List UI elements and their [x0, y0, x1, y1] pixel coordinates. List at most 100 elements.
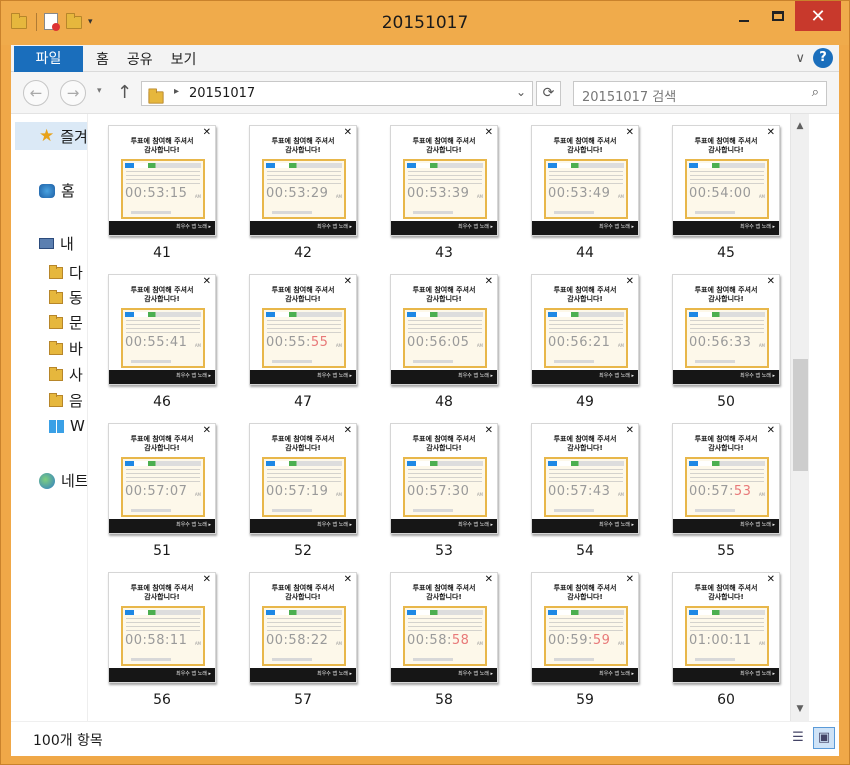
file-thumbnail[interactable]: ✕ 투표에 참여해 주셔서 감사합니다! 00:58:58 AM 최우수 앱 노…	[390, 572, 498, 683]
thumbnail-clock-time: 00:57:30	[407, 484, 470, 499]
back-button[interactable]: ←	[23, 80, 49, 106]
file-thumbnail[interactable]: ✕ 투표에 참여해 주셔서 감사합니다! 00:53:39 AM 최우수 앱 노…	[390, 125, 498, 236]
thumbnail-app-window: 00:53:29 AM	[262, 159, 346, 219]
file-thumbnail[interactable]: ✕ 투표에 참여해 주셔서 감사합니다! 00:53:29 AM 최우수 앱 노…	[249, 125, 357, 236]
tab-view[interactable]: 보기	[171, 49, 197, 69]
expand-ribbon-chevron-icon[interactable]: ∨	[795, 51, 805, 66]
file-thumbnail[interactable]: ✕ 투표에 참여해 주셔서 감사합니다! 01:00:11 AM 최우수 앱 노…	[672, 572, 780, 683]
file-thumbnail[interactable]: ✕ 투표에 참여해 주셔서 감사합니다! 00:54:00 AM 최우수 앱 노…	[672, 125, 780, 236]
file-item[interactable]: ✕ 투표에 참여해 주셔서 감사합니다! 00:53:15 AM 최우수 앱 노…	[108, 125, 216, 274]
file-name: 42	[294, 245, 312, 261]
close-button[interactable]: ✕	[795, 1, 841, 31]
search-box[interactable]: 20151017 검색 ⌕	[573, 81, 827, 106]
file-thumbnail[interactable]: ✕ 투표에 참여해 주셔서 감사합니다! 00:56:21 AM 최우수 앱 노…	[531, 274, 639, 385]
file-thumbnail[interactable]: ✕ 투표에 참여해 주셔서 감사합니다! 00:59:59 AM 최우수 앱 노…	[531, 572, 639, 683]
nav-item-this-pc[interactable]: 내	[39, 233, 74, 254]
tab-share[interactable]: 공유	[127, 49, 153, 69]
file-thumbnail[interactable]: ✕ 투표에 참여해 주셔서 감사합니다! 00:56:05 AM 최우수 앱 노…	[390, 274, 498, 385]
file-thumbnail[interactable]: ✕ 투표에 참여해 주셔서 감사합니다! 00:56:33 AM 최우수 앱 노…	[672, 274, 780, 385]
search-icon[interactable]: ⌕	[812, 85, 819, 100]
search-input[interactable]: 20151017 검색	[582, 86, 676, 105]
breadcrumb-arrow-icon[interactable]: ▸	[174, 86, 179, 97]
file-thumbnail[interactable]: ✕ 투표에 참여해 주셔서 감사합니다! 00:55:55 AM 최우수 앱 노…	[249, 274, 357, 385]
tab-file[interactable]: 파일	[14, 46, 83, 72]
help-icon[interactable]: ?	[813, 48, 833, 68]
thumbnail-bottom-banner: 최우수 앱 노래 ▸	[391, 370, 497, 384]
minimize-button[interactable]	[727, 1, 761, 31]
file-thumbnail[interactable]: ✕ 투표에 참여해 주셔서 감사합니다! 00:57:30 AM 최우수 앱 노…	[390, 423, 498, 534]
thumbnail-browser-bar	[407, 312, 483, 317]
thumbnail-bottom-banner: 최우수 앱 노래 ▸	[109, 668, 215, 682]
file-item[interactable]: ✕ 투표에 참여해 주셔서 감사합니다! 00:56:05 AM 최우수 앱 노…	[390, 274, 498, 423]
file-thumbnail[interactable]: ✕ 투표에 참여해 주셔서 감사합니다! 00:57:07 AM 최우수 앱 노…	[108, 423, 216, 534]
thumbnail-text-lines	[690, 171, 764, 185]
thumbnail-clock: 00:57:07	[125, 484, 187, 499]
nav-item-favorites[interactable]: ★ 즐겨	[15, 122, 87, 150]
file-thumbnail[interactable]: ✕ 투표에 참여해 주셔서 감사합니다! 00:57:43 AM 최우수 앱 노…	[531, 423, 639, 534]
large-icons-view-button[interactable]: ▣	[813, 727, 835, 749]
file-thumbnail[interactable]: ✕ 투표에 참여해 주셔서 감사합니다! 00:57:53 AM 최우수 앱 노…	[672, 423, 780, 534]
file-item[interactable]: ✕ 투표에 참여해 주셔서 감사합니다! 00:54:00 AM 최우수 앱 노…	[672, 125, 780, 274]
file-item[interactable]: ✕ 투표에 참여해 주셔서 감사합니다! 00:55:55 AM 최우수 앱 노…	[249, 274, 357, 423]
refresh-button[interactable]: ⟳	[536, 81, 561, 106]
forward-button[interactable]: →	[60, 80, 86, 106]
nav-item-videos[interactable]: 동	[49, 287, 83, 308]
file-thumbnail[interactable]: ✕ 투표에 참여해 주셔서 감사합니다! 00:55:41 AM 최우수 앱 노…	[108, 274, 216, 385]
scroll-down-icon[interactable]: ▼	[791, 701, 809, 717]
file-item[interactable]: ✕ 투표에 참여해 주셔서 감사합니다! 00:57:43 AM 최우수 앱 노…	[531, 423, 639, 572]
thumbnail-message: 투표에 참여해 주셔서 감사합니다!	[250, 584, 356, 602]
file-item[interactable]: ✕ 투표에 참여해 주셔서 감사합니다! 00:57:19 AM 최우수 앱 노…	[249, 423, 357, 572]
file-name: 47	[294, 394, 312, 410]
file-thumbnail[interactable]: ✕ 투표에 참여해 주셔서 감사합니다! 00:57:19 AM 최우수 앱 노…	[249, 423, 357, 534]
file-thumbnail[interactable]: ✕ 투표에 참여해 주셔서 감사합니다! 00:58:11 AM 최우수 앱 노…	[108, 572, 216, 683]
file-thumbnail[interactable]: ✕ 투표에 참여해 주셔서 감사합니다! 00:53:49 AM 최우수 앱 노…	[531, 125, 639, 236]
file-thumbnail[interactable]: ✕ 투표에 참여해 주셔서 감사합니다! 00:53:15 AM 최우수 앱 노…	[108, 125, 216, 236]
nav-item-windows-drive[interactable]: W	[49, 417, 85, 435]
file-item[interactable]: ✕ 투표에 참여해 주셔서 감사합니다! 00:56:21 AM 최우수 앱 노…	[531, 274, 639, 423]
nav-item-music[interactable]: 음	[49, 390, 83, 411]
address-dropdown-icon[interactable]: ⌄	[516, 85, 526, 99]
file-item[interactable]: ✕ 투표에 참여해 주셔서 감사합니다! 00:59:59 AM 최우수 앱 노…	[531, 572, 639, 721]
maximize-button[interactable]	[761, 1, 795, 31]
nav-item-desktop[interactable]: 다	[49, 262, 83, 283]
nav-item-homegroup[interactable]: 홈	[39, 180, 75, 201]
address-bar[interactable]: ▸ 20151017 ⌄	[141, 81, 533, 106]
up-button[interactable]: ↑	[117, 82, 132, 103]
file-item[interactable]: ✕ 투표에 참여해 주셔서 감사합니다! 00:53:49 AM 최우수 앱 노…	[531, 125, 639, 274]
file-item[interactable]: ✕ 투표에 참여해 주셔서 감사합니다! 00:53:39 AM 최우수 앱 노…	[390, 125, 498, 274]
scroll-up-icon[interactable]: ▲	[791, 118, 809, 134]
thumbnail-bottom-banner: 최우수 앱 노래 ▸	[673, 221, 779, 235]
thumbnail-message-line: 감사합니다!	[144, 295, 180, 303]
file-item[interactable]: ✕ 투표에 참여해 주셔서 감사합니다! 00:53:29 AM 최우수 앱 노…	[249, 125, 357, 274]
title-bar[interactable]: ▾ 20151017 ✕	[1, 1, 849, 45]
thumbnail-message: 투표에 참여해 주셔서 감사합니다!	[532, 286, 638, 304]
scroll-thumb[interactable]	[793, 359, 808, 471]
vertical-scrollbar[interactable]: ▲ ▼	[790, 114, 809, 721]
thumbnail-footer-bar	[272, 360, 312, 363]
file-item[interactable]: ✕ 투표에 참여해 주셔서 감사합니다! 00:58:11 AM 최우수 앱 노…	[108, 572, 216, 721]
file-item[interactable]: ✕ 투표에 참여해 주셔서 감사합니다! 00:58:22 AM 최우수 앱 노…	[249, 572, 357, 721]
nav-item-pictures[interactable]: 사	[49, 364, 83, 385]
recent-locations-dropdown[interactable]: ▾	[97, 86, 102, 96]
breadcrumb-current-folder[interactable]: 20151017	[189, 86, 255, 101]
file-item[interactable]: ✕ 투표에 참여해 주셔서 감사합니다! 00:57:53 AM 최우수 앱 노…	[672, 423, 780, 572]
file-item[interactable]: ✕ 투표에 참여해 주셔서 감사합니다! 00:55:41 AM 최우수 앱 노…	[108, 274, 216, 423]
file-item[interactable]: ✕ 투표에 참여해 주셔서 감사합니다! 00:57:30 AM 최우수 앱 노…	[390, 423, 498, 572]
file-name: 56	[153, 692, 171, 708]
thumbnail-message: 투표에 참여해 주셔서 감사합니다!	[673, 137, 779, 155]
file-thumbnail[interactable]: ✕ 투표에 참여해 주셔서 감사합니다! 00:58:22 AM 최우수 앱 노…	[249, 572, 357, 683]
nav-item-documents[interactable]: 문	[49, 312, 83, 333]
details-view-button[interactable]: ☰	[787, 727, 809, 749]
file-item[interactable]: ✕ 투표에 참여해 주셔서 감사합니다! 00:58:58 AM 최우수 앱 노…	[390, 572, 498, 721]
thumbnail-bottom-banner: 최우수 앱 노래 ▸	[673, 370, 779, 384]
nav-item-network[interactable]: 네트	[39, 470, 87, 491]
thumbnail-am-label: AM	[194, 194, 201, 199]
thumbnail-message-line: 감사합니다!	[567, 146, 603, 154]
file-item[interactable]: ✕ 투표에 참여해 주셔서 감사합니다! 00:57:07 AM 최우수 앱 노…	[108, 423, 216, 572]
file-item[interactable]: ✕ 투표에 참여해 주셔서 감사합니다! 00:56:33 AM 최우수 앱 노…	[672, 274, 780, 423]
nav-item-desktop-2[interactable]: 바	[49, 338, 83, 359]
thumbnail-footer-bar	[695, 360, 735, 363]
tab-home[interactable]: 홈	[96, 49, 109, 69]
file-item[interactable]: ✕ 투표에 참여해 주셔서 감사합니다! 01:00:11 AM 최우수 앱 노…	[672, 572, 780, 721]
content-area: ★ 즐겨 홈 내 다 동 문 바 사 음 W 네트 ✕ 투표에 참여해 주셔서 …	[11, 114, 839, 721]
